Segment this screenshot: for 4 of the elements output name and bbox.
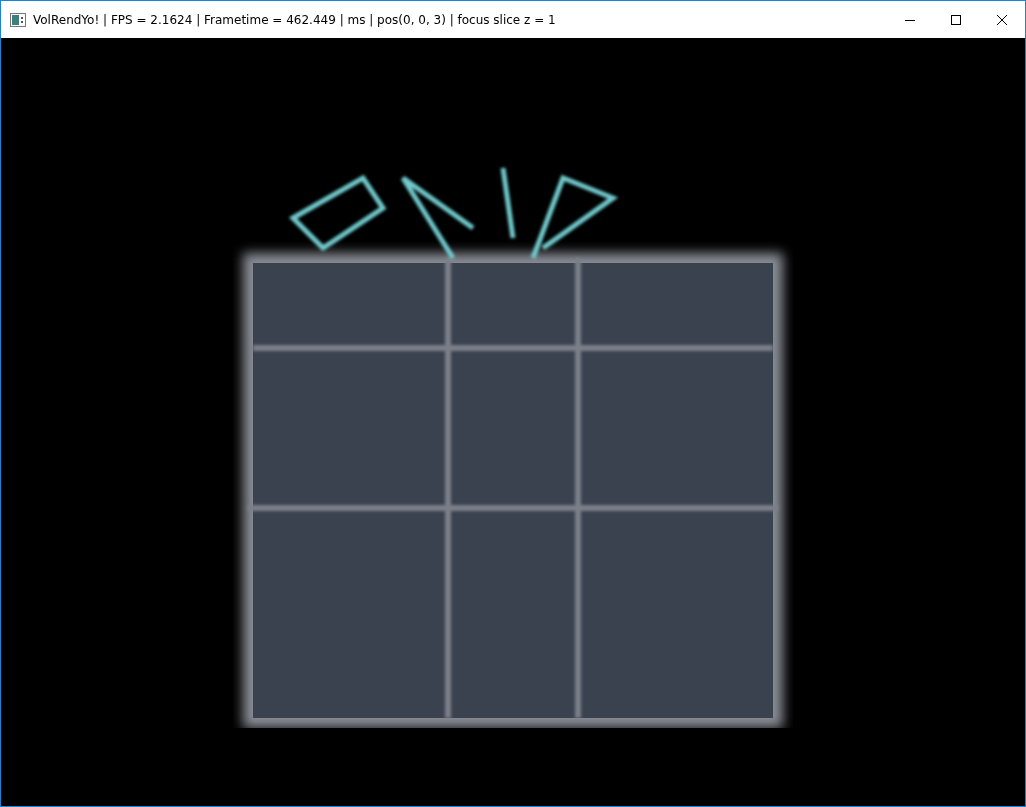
- window-title: VolRendYo! | FPS = 2.1624 | Frametime = 462.449 | ms | pos(0, 0, 3) | focus slice z = 1: [33, 12, 557, 27]
- maximize-icon: [951, 14, 961, 25]
- app-icon: [10, 12, 26, 27]
- close-icon: [997, 14, 1007, 25]
